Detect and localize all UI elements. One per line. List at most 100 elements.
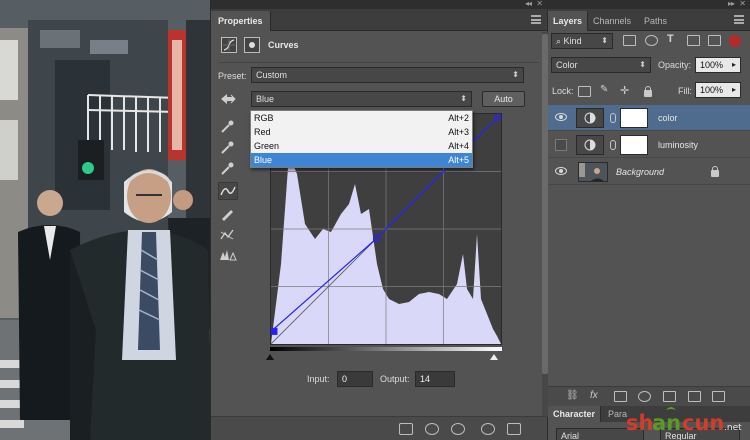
fx-icon[interactable]: fx: [590, 390, 598, 401]
street-photo: [0, 0, 212, 440]
visibility-eye-icon[interactable]: [555, 167, 567, 175]
menu-item-rgb[interactable]: RGB Alt+2: [251, 111, 472, 125]
delete-layer-icon[interactable]: [712, 391, 725, 402]
layer-row-color[interactable]: color: [548, 105, 750, 131]
watermark-logo: sh an cun .net: [624, 404, 750, 438]
layer-row-luminosity[interactable]: luminosity: [548, 132, 750, 158]
tab-paths[interactable]: Paths: [639, 11, 672, 31]
tab-channels[interactable]: Channels: [588, 11, 636, 31]
type-filter-icon[interactable]: T: [667, 33, 674, 45]
smart-object-filter-icon[interactable]: [708, 35, 721, 46]
tab-character[interactable]: Character: [548, 406, 602, 422]
layer-name[interactable]: luminosity: [658, 140, 698, 150]
curves-adjustment-icon[interactable]: [221, 37, 237, 53]
pencil-draw-icon[interactable]: [219, 206, 237, 222]
output-field[interactable]: 14: [415, 371, 455, 387]
menu-item-green[interactable]: Green Alt+4: [251, 139, 472, 153]
layer-row-background[interactable]: Background: [548, 159, 750, 185]
mask-icon[interactable]: [244, 37, 260, 53]
link-chain-icon[interactable]: [610, 140, 616, 150]
panel-topstrip: ▸▸ ✕: [548, 0, 750, 9]
photoshop-window: ◂◂ ✕ Properties Curves Preset: Custom ⬍: [0, 0, 750, 440]
smooth-curve-icon[interactable]: [219, 227, 237, 243]
targeted-adjustment-hand-icon[interactable]: [219, 92, 237, 108]
input-field[interactable]: 0: [337, 371, 373, 387]
watermark-svg: sh an cun .net: [626, 407, 742, 435]
channel-dropdown[interactable]: Blue ⬍: [251, 91, 472, 107]
dropdown-arrows-icon: ⬍: [460, 94, 467, 103]
layers-bottom-bar: ⛓ fx: [548, 386, 750, 406]
gray-point-eyedropper-icon[interactable]: [219, 140, 237, 156]
view-previous-state-icon[interactable]: [425, 423, 439, 435]
new-group-icon[interactable]: [663, 391, 676, 402]
divider: [219, 62, 539, 63]
output-label: Output:: [380, 374, 410, 384]
white-point-eyedropper-icon[interactable]: [219, 161, 237, 177]
panel-menu-icon[interactable]: [734, 15, 744, 24]
layer-mask-thumb[interactable]: [620, 108, 648, 128]
trash-icon[interactable]: [507, 423, 521, 435]
clipping-warning-icon[interactable]: [219, 248, 237, 264]
close-icon[interactable]: ✕: [536, 0, 543, 8]
panel-menu-icon[interactable]: [531, 15, 541, 24]
menu-item-red[interactable]: Red Alt+3: [251, 125, 472, 139]
dropdown-arrows-icon: ⬍: [639, 60, 646, 69]
reset-icon[interactable]: [451, 423, 465, 435]
kind-filter-dropdown[interactable]: ⌕ Kind ⬍: [551, 33, 613, 49]
black-point-eyedropper-icon[interactable]: [219, 119, 237, 135]
fill-field[interactable]: 100% ▸: [695, 82, 741, 98]
menu-item-shortcut: Alt+4: [448, 141, 469, 151]
collapse-icon[interactable]: ◂◂: [525, 0, 532, 8]
lock-position-icon[interactable]: ✛: [620, 84, 629, 97]
adjustment-filter-icon[interactable]: [645, 35, 658, 46]
layer-mask-thumb[interactable]: [620, 135, 648, 155]
white-point-slider[interactable]: [490, 354, 498, 360]
new-layer-icon[interactable]: [688, 391, 701, 402]
panel-topstrip: ◂◂ ✕: [211, 0, 547, 9]
filter-toggle-icon[interactable]: [729, 35, 741, 47]
collapse-icon[interactable]: ▸▸: [728, 0, 735, 8]
visibility-eye-icon[interactable]: [481, 423, 495, 435]
layer-name[interactable]: Background: [616, 167, 664, 177]
tab-layers[interactable]: Layers: [548, 11, 589, 31]
link-layers-icon[interactable]: ⛓: [566, 390, 579, 401]
document-canvas[interactable]: [0, 0, 212, 440]
black-point-slider[interactable]: [266, 354, 274, 360]
menu-item-blue[interactable]: Blue Alt+5: [251, 153, 472, 167]
pixel-filter-icon[interactable]: [623, 35, 636, 46]
fill-label: Fill:: [678, 86, 692, 96]
input-label: Input:: [307, 374, 330, 384]
svg-text:sh: sh: [626, 411, 653, 435]
lock-pixels-brush-icon[interactable]: ✎: [600, 84, 608, 95]
curve-control-point[interactable]: [270, 327, 278, 335]
curve-point-tool-icon[interactable]: [218, 182, 238, 200]
preset-value: Custom: [256, 70, 288, 80]
blend-mode-dropdown[interactable]: Color ⬍: [551, 57, 651, 73]
new-adjustment-icon[interactable]: [638, 391, 651, 402]
lock-all-icon[interactable]: [644, 86, 652, 97]
lock-transparent-icon[interactable]: [578, 86, 591, 97]
font-family-value: Arial: [561, 431, 580, 440]
fill-value: 100%: [700, 85, 724, 95]
clip-to-layer-icon[interactable]: [399, 423, 413, 435]
curves-adjustment-thumb[interactable]: [576, 135, 604, 155]
layer-name[interactable]: color: [658, 113, 678, 123]
layer-lock-icon: [711, 166, 719, 177]
link-chain-icon[interactable]: [610, 113, 616, 123]
adjustment-header: Curves: [211, 31, 547, 59]
kind-label: Kind: [563, 36, 582, 46]
channel-popup-menu: RGB Alt+2 Red Alt+3 Green Alt+4 Blue Alt…: [250, 110, 473, 168]
visibility-toggle-icon[interactable]: [555, 139, 567, 151]
tab-properties[interactable]: Properties: [211, 11, 271, 31]
auto-button[interactable]: Auto: [482, 91, 525, 107]
add-mask-icon[interactable]: [614, 391, 627, 402]
preset-dropdown[interactable]: Custom ⬍: [251, 67, 524, 83]
curves-adjustment-thumb[interactable]: [576, 108, 604, 128]
background-thumb[interactable]: [578, 162, 608, 182]
opacity-field[interactable]: 100% ▸: [695, 57, 741, 73]
visibility-eye-icon[interactable]: [555, 113, 567, 121]
close-icon[interactable]: ✕: [739, 0, 746, 8]
shape-filter-icon[interactable]: [687, 35, 700, 46]
menu-item-label: Blue: [254, 155, 273, 165]
blend-mode-value: Color: [556, 60, 578, 70]
